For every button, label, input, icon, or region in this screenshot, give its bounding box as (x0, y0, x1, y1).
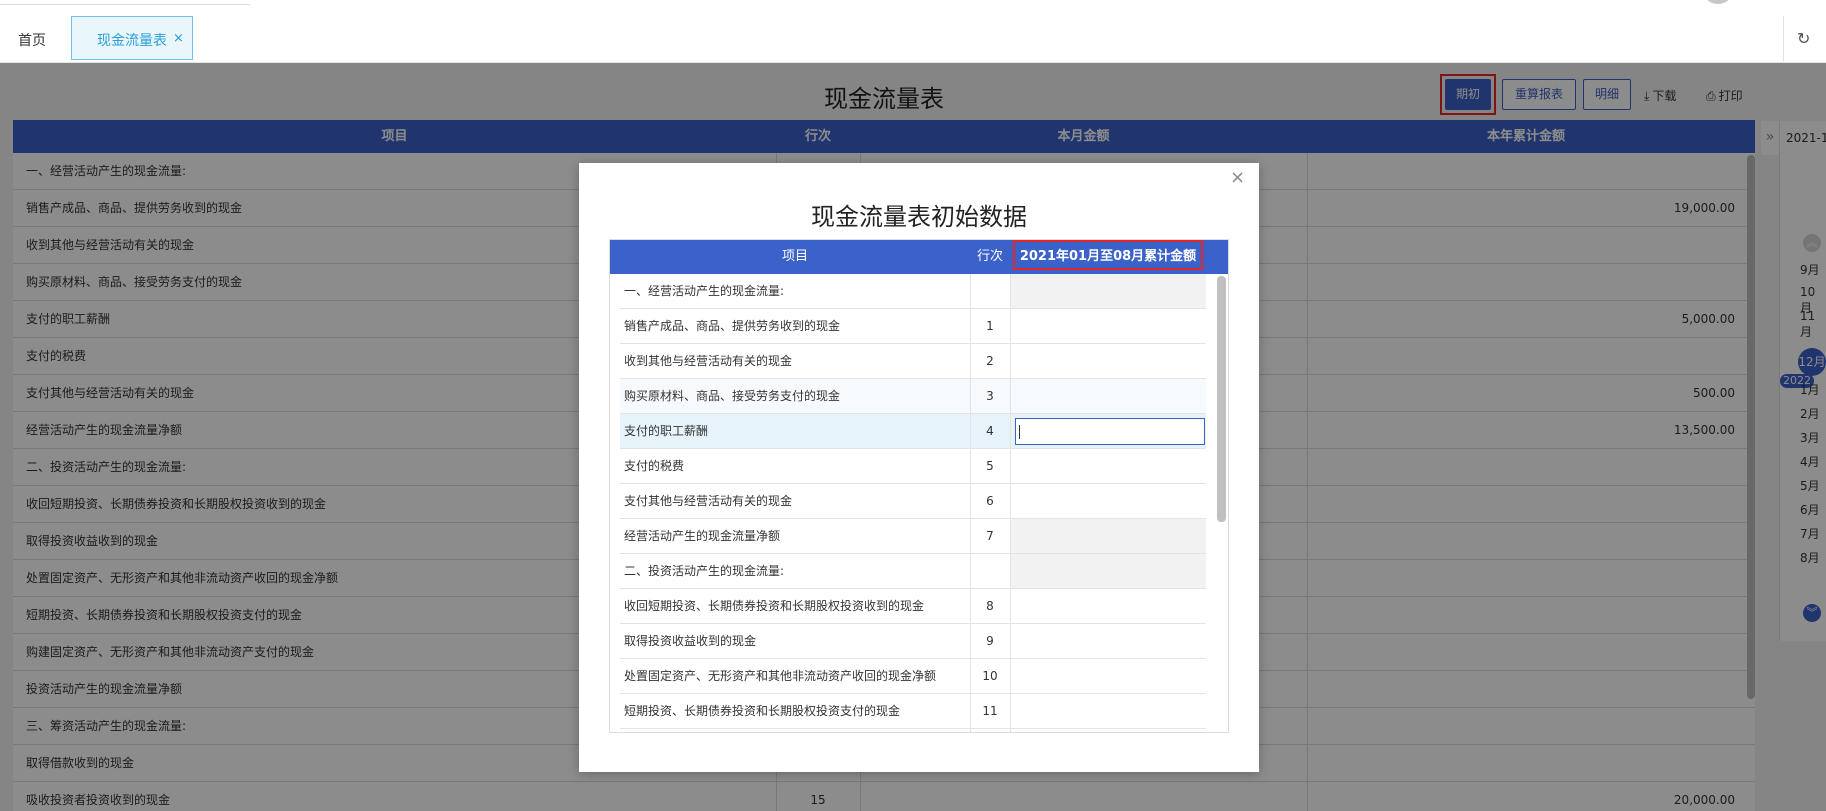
tabbar-actions: ↻ (1783, 16, 1826, 63)
row-item: 一、经营活动产生的现金流量: (624, 284, 785, 298)
row-item: 支付其他与经营活动有关的现金 (624, 494, 793, 508)
row-item: 支付的税费 (624, 459, 685, 473)
list-item: 支付其他与经营活动有关的现金 6 (620, 484, 1206, 519)
row-item: 二、投资活动产生的现金流量: (624, 564, 785, 578)
row-line: 9 (986, 634, 994, 648)
amount-cell[interactable] (1011, 309, 1206, 343)
tab-cash-flow-label: 现金流量表 (97, 33, 167, 49)
amount-cell[interactable] (1011, 624, 1206, 658)
cell-divider (970, 554, 971, 589)
avatar[interactable] (1706, 0, 1730, 4)
row-item: 销售产成品、商品、提供劳务收到的现金 (624, 319, 841, 333)
list-item: 取得投资收益收到的现金 9 (620, 624, 1206, 659)
row-line: 4 (986, 424, 994, 438)
list-item: 一、经营活动产生的现金流量: (620, 274, 1206, 309)
list-item: 支付的税费 5 (620, 449, 1206, 484)
amount-cell[interactable] (1011, 379, 1206, 413)
amount-cell[interactable] (1011, 659, 1206, 693)
tab-home[interactable]: 首页 (18, 30, 46, 50)
row-line: 6 (986, 494, 994, 508)
initial-data-table: 项目 行次 2021年01月至08月累计金额 一、经营活动产生的现金流量: 销售产… (609, 239, 1229, 733)
amount-cell (1011, 414, 1206, 448)
list-item: 短期投资、长期债券投资和长期股权投资支付的现金 11 (620, 694, 1206, 729)
dialog-scrollbar[interactable] (1217, 276, 1226, 522)
row-item: 经营活动产生的现金流量净额 (624, 529, 781, 543)
list-item: 二、投资活动产生的现金流量: (620, 554, 1206, 589)
tab-bar: 首页 现金流量表 × ↻ (0, 16, 1826, 63)
list-item: 经营活动产生的现金流量净额 7 (620, 519, 1206, 554)
row-line: 5 (986, 459, 994, 473)
cell-divider (970, 729, 971, 732)
amount-cell[interactable] (1011, 484, 1206, 518)
list-item: 支付的职工薪酬 4 (620, 414, 1206, 449)
dialog-title: 现金流量表初始数据 (811, 203, 1027, 231)
tab-cash-flow[interactable]: 现金流量表 × (71, 16, 193, 60)
row-item: 收到其他与经营活动有关的现金 (624, 354, 793, 368)
row-item: 收回短期投资、长期债券投资和长期股权投资收到的现金 (624, 599, 925, 613)
amount-cell[interactable] (1011, 449, 1206, 483)
amount-cell[interactable] (1011, 589, 1206, 623)
dialog-table-body: 一、经营活动产生的现金流量: 销售产成品、商品、提供劳务收到的现金 1 收到其他与经营… (620, 274, 1206, 732)
col-line: 行次 (976, 249, 1003, 264)
row-item: 短期投资、长期债券投资和长期股权投资支付的现金 (624, 704, 901, 718)
row-item: 取得投资收益收到的现金 (624, 634, 757, 648)
top-divider (0, 4, 250, 5)
list-item (620, 729, 1206, 732)
amount-cell-readonly (1011, 519, 1206, 553)
col-item: 项目 (781, 249, 808, 264)
close-icon[interactable]: × (173, 31, 184, 46)
amount-input[interactable] (1015, 418, 1205, 445)
row-line: 10 (982, 669, 998, 683)
row-line: 11 (982, 704, 998, 718)
amount-cell-readonly (1011, 274, 1206, 308)
top-bar (0, 0, 1826, 16)
refresh-icon[interactable]: ↻ (1797, 29, 1810, 48)
list-item: 收回短期投资、长期债券投资和长期股权投资收到的现金 8 (620, 589, 1206, 624)
row-line: 3 (986, 389, 994, 403)
amount-cell[interactable] (1011, 344, 1206, 378)
amount-cell[interactable] (1011, 729, 1206, 732)
row-item: 支付的职工薪酬 (624, 424, 709, 438)
cell-divider (970, 274, 971, 309)
dialog-table-header: 项目 行次 2021年01月至08月累计金额 (610, 240, 1228, 274)
column-highlight (1013, 240, 1203, 270)
row-item: 购买原材料、商品、接受劳务支付的现金 (624, 389, 841, 403)
row-line: 2 (986, 354, 994, 368)
row-line: 1 (986, 319, 994, 333)
amount-cell-readonly (1011, 554, 1206, 588)
close-icon[interactable]: × (1230, 167, 1245, 188)
list-item: 处置固定资产、无形资产和其他非流动资产收回的现金净额 10 (620, 659, 1206, 694)
row-line: 8 (986, 599, 994, 613)
text-caret (1019, 425, 1020, 439)
list-item: 销售产成品、商品、提供劳务收到的现金 1 (620, 309, 1206, 344)
initial-data-dialog: × 现金流量表初始数据 项目 行次 2021年01月至08月累计金额 一、经营活… (579, 163, 1259, 772)
row-line: 7 (986, 529, 994, 543)
row-item: 处置固定资产、无形资产和其他非流动资产收回的现金净额 (624, 669, 937, 683)
amount-cell[interactable] (1011, 694, 1206, 728)
list-item: 购买原材料、商品、接受劳务支付的现金 3 (620, 379, 1206, 414)
list-item: 收到其他与经营活动有关的现金 2 (620, 344, 1206, 379)
